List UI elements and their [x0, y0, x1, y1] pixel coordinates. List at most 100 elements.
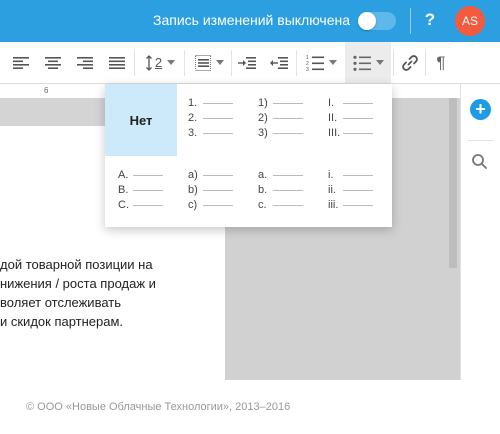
align-justify-button[interactable]	[104, 42, 130, 83]
sidebar-divider	[468, 140, 494, 141]
list-marker: a)	[188, 169, 198, 181]
list-marker: B.	[118, 184, 129, 196]
list-style-option-decimal-paren[interactable]: 1) 2) 3)	[258, 96, 318, 156]
user-avatar[interactable]: AS	[455, 6, 485, 36]
list-line	[203, 132, 233, 134]
list-line	[133, 189, 163, 191]
chevron-down-icon	[375, 60, 384, 65]
add-button[interactable]: +	[470, 99, 491, 120]
list-style-option-upper-roman[interactable]: I. II. III.	[328, 96, 388, 156]
align-left-button[interactable]	[8, 42, 34, 83]
list-line	[273, 204, 303, 206]
ruler-mark: 6	[44, 86, 49, 95]
numbered-list-dropdown[interactable]: 123	[299, 42, 343, 83]
document-line: и скидок партнерам.	[0, 314, 124, 329]
paragraph-spacing-icon	[194, 54, 211, 71]
document-line: нижения / роста продаж и	[0, 276, 156, 291]
list-line	[273, 102, 303, 104]
list-line	[343, 204, 373, 206]
track-changes-label: Запись изменений выключена	[153, 12, 350, 28]
line-spacing-dropdown[interactable]: 2	[138, 42, 182, 83]
right-sidebar	[460, 84, 500, 380]
list-marker: III.	[328, 127, 341, 139]
list-style-option-upper-alpha[interactable]: A. B. C.	[118, 168, 178, 228]
toolbar-divider	[425, 50, 426, 76]
indent-decrease-icon	[270, 56, 288, 69]
paragraph-spacing-dropdown[interactable]	[188, 42, 230, 83]
list-line	[133, 204, 163, 206]
header-divider	[410, 8, 411, 34]
list-marker: c.	[258, 199, 267, 211]
indent-increase-icon	[238, 56, 256, 69]
list-marker: b)	[188, 184, 198, 196]
toolbar-divider	[184, 50, 185, 76]
list-marker: b.	[258, 184, 268, 196]
list-line	[203, 189, 233, 191]
list-style-option-lower-alpha-paren[interactable]: a) b) c)	[188, 168, 248, 228]
list-marker: 3.	[188, 127, 198, 139]
chevron-down-icon	[167, 60, 176, 65]
track-changes-toggle[interactable]	[358, 12, 396, 30]
list-style-option-lower-roman[interactable]: i. ii. iii.	[328, 168, 388, 228]
list-line	[343, 132, 373, 134]
list-line	[203, 102, 233, 104]
copyright-footer: © ООО «Новые Облачные Технологии», 2013–…	[26, 401, 291, 413]
list-marker: I.	[328, 97, 335, 109]
list-line	[343, 102, 373, 104]
list-line	[203, 117, 233, 119]
line-spacing-value: 2	[154, 55, 163, 70]
align-right-button[interactable]	[72, 42, 98, 83]
search-icon	[472, 154, 487, 169]
document-line: дой товарной позиции на	[0, 257, 153, 272]
link-icon	[402, 54, 418, 71]
bulleted-list-dropdown[interactable]	[345, 42, 391, 83]
document-body[interactable]: дой товарной позиции на нижения / роста …	[0, 255, 225, 331]
chevron-down-icon	[328, 60, 337, 65]
list-line	[343, 189, 373, 191]
list-line	[273, 132, 303, 134]
list-line	[133, 174, 163, 176]
chevron-down-icon	[215, 60, 224, 65]
align-center-icon	[45, 56, 61, 69]
align-right-icon	[77, 56, 93, 69]
list-line	[203, 204, 233, 206]
list-line	[203, 174, 233, 176]
list-style-none[interactable]: Нет	[105, 84, 177, 156]
toolbar-divider	[231, 50, 232, 76]
list-marker: II.	[328, 112, 338, 124]
list-marker: 1)	[258, 97, 268, 109]
list-marker: iii.	[328, 199, 339, 211]
list-style-option-lower-alpha-dot[interactable]: a. b. c.	[258, 168, 318, 228]
toolbar-divider	[296, 50, 297, 76]
list-marker: A.	[118, 169, 129, 181]
indent-increase-button[interactable]	[234, 42, 260, 83]
insert-link-button[interactable]	[397, 42, 423, 83]
list-style-dropdown: Нет 1. 2. 3. 1) 2) 3) I. II. III. A. B. …	[105, 84, 392, 227]
list-line	[273, 117, 303, 119]
pilcrow-icon: ¶	[436, 52, 446, 72]
list-line	[273, 174, 303, 176]
indent-decrease-button[interactable]	[266, 42, 292, 83]
search-button[interactable]	[471, 153, 488, 175]
list-style-option-decimal-dot[interactable]: 1. 2. 3.	[188, 96, 248, 156]
toolbar-divider	[393, 50, 394, 76]
page-margin-area	[0, 98, 105, 126]
toggle-knob	[358, 12, 376, 30]
list-marker: 2)	[258, 112, 268, 124]
numbered-list-icon: 123	[306, 55, 324, 71]
show-formatting-button[interactable]: ¶	[428, 42, 454, 83]
toolbar-divider	[134, 50, 135, 76]
list-marker: 2.	[188, 112, 198, 124]
help-button[interactable]: ?	[420, 10, 440, 30]
list-marker: c)	[188, 199, 198, 211]
svg-text:3: 3	[306, 67, 309, 71]
list-marker: a.	[258, 169, 268, 181]
align-left-icon	[13, 56, 29, 69]
top-bar: Запись изменений выключена ? AS	[0, 0, 500, 42]
align-center-button[interactable]	[40, 42, 66, 83]
list-line	[343, 174, 373, 176]
list-marker: 1.	[188, 97, 198, 109]
line-spacing-icon	[145, 54, 152, 71]
formatting-toolbar: 2 123 ¶	[0, 42, 500, 84]
vertical-scrollbar[interactable]	[449, 98, 457, 268]
